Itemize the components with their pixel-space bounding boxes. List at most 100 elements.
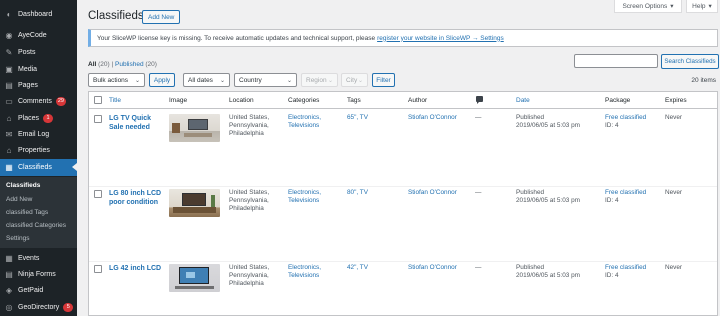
row-package: Free classified ID: 4 (605, 264, 646, 280)
category-link[interactable]: Televisions (288, 122, 321, 130)
dates-select[interactable]: All dates ⌄ (183, 73, 230, 87)
row-title-line: Sale needed (109, 124, 150, 131)
sidebar-item-pages[interactable]: ▤ Pages (0, 77, 77, 94)
row-title[interactable]: LG TV Quick Sale needed (109, 114, 167, 132)
row-categories[interactable]: Electronics, Televisions (288, 189, 321, 205)
add-new-button[interactable]: Add New (142, 10, 181, 24)
category-link[interactable]: Electronics, (288, 189, 321, 197)
row-title[interactable]: LG 80 inch LCD poor condition (109, 189, 167, 207)
sidebar-item-geodirectory[interactable]: ◎ GeoDirectory 5 (0, 299, 77, 316)
row-location: United States, Pennsylvania, Philadelphia (229, 264, 269, 289)
date-status: Published (516, 114, 545, 121)
sidebar-item-label: Posts (18, 49, 36, 56)
region-value: Region (306, 76, 327, 84)
comments-column-icon[interactable] (476, 96, 483, 104)
chevron-down-icon: ⌄ (134, 77, 140, 84)
bulk-actions-select[interactable]: Bulk actions ⌄ (88, 73, 145, 87)
row-location: United States, Pennsylvania, Philadelphia (229, 114, 269, 139)
category-link[interactable]: Electronics, (288, 264, 321, 272)
column-header-date[interactable]: Date (516, 97, 530, 104)
location-line: Pennsylvania, (229, 197, 269, 205)
package-link[interactable]: Free classified (605, 114, 646, 122)
package-link[interactable]: Free classified (605, 189, 646, 197)
category-link[interactable]: Televisions (288, 197, 321, 205)
sidebar-item-ayecode[interactable]: ◉ AyeCode (0, 27, 77, 44)
pin-icon: ✎ (5, 48, 13, 57)
submenu-item-add-new[interactable]: Add New (6, 196, 32, 203)
column-header-location: Location (229, 97, 254, 104)
submenu-item-classifieds[interactable]: Classifieds (6, 182, 40, 189)
row-author[interactable]: Stiofan O'Connor (408, 189, 457, 197)
row-tags[interactable]: 42", TV (347, 264, 368, 272)
sidebar-item-getpaid[interactable]: ◈ GetPaid (0, 282, 77, 299)
view-all-count: (20) (98, 61, 110, 68)
classifieds-submenu: Classifieds Add New classified Tags clas… (0, 177, 77, 248)
notice-settings-link[interactable]: register your website in SliceWP → Setti… (377, 35, 504, 42)
package-id: ID: 4 (605, 197, 619, 205)
comments-count-badge: 29 (55, 97, 66, 106)
city-select[interactable]: City ⌄ (341, 73, 368, 87)
sidebar-item-dashboard[interactable]: ◐ Dashboard (0, 6, 77, 23)
row-author[interactable]: Stiofan O'Connor (408, 264, 457, 272)
sidebar-item-classifieds[interactable]: ▦ Classifieds (0, 159, 77, 176)
sidebar-item-ninja-forms[interactable]: ▤ Ninja Forms (0, 266, 77, 283)
screen-options-tab[interactable]: Screen Options ▾ (614, 0, 682, 13)
row-tags[interactable]: 65", TV (347, 114, 368, 122)
category-link[interactable]: Electronics, (288, 114, 321, 122)
page-title: Classifieds (88, 10, 144, 22)
date-status: Published (516, 189, 545, 196)
sidebar-item-media[interactable]: ▣ Media (0, 61, 77, 78)
row-author[interactable]: Stiofan O'Connor (408, 114, 457, 122)
search-classifieds-button[interactable]: Search Classifieds (661, 54, 719, 69)
row-tags[interactable]: 80", TV (347, 189, 368, 197)
sidebar-item-posts[interactable]: ✎ Posts (0, 44, 77, 61)
date-value: 2019/06/05 at 5:03 pm (516, 122, 580, 130)
row-checkbox[interactable] (94, 265, 102, 273)
row-categories[interactable]: Electronics, Televisions (288, 114, 321, 130)
search-input[interactable] (574, 54, 658, 68)
media-icon: ▣ (5, 65, 13, 74)
properties-icon: ⌂ (6, 146, 12, 155)
row-comments: — (475, 114, 482, 121)
submenu-item-settings[interactable]: Settings (6, 235, 30, 242)
listing-thumbnail[interactable] (169, 114, 220, 142)
view-all-link[interactable]: All (88, 61, 96, 68)
location-line: United States, (229, 114, 270, 121)
table-row: LG TV Quick Sale needed United States, Pen… (89, 110, 717, 187)
sidebar-item-comments[interactable]: ▭ Comments 29 (0, 93, 77, 110)
row-checkbox[interactable] (94, 115, 102, 123)
listing-thumbnail[interactable] (169, 189, 220, 217)
apply-button[interactable]: Apply (149, 73, 175, 87)
submenu-item-classified-tags[interactable]: classified Tags (6, 209, 48, 216)
row-date: Published 2019/06/05 at 5:03 pm (516, 114, 580, 130)
sidebar-item-events[interactable]: ▦ Events (0, 250, 77, 267)
getpaid-icon: ◈ (5, 286, 13, 295)
column-header-title[interactable]: Title (109, 97, 121, 104)
location-line: Pennsylvania, (229, 272, 269, 280)
places-icon: ⌂ (6, 114, 12, 123)
view-separator: | (111, 61, 114, 68)
classifieds-table: Title Image Location Categories Tags Aut… (88, 91, 718, 316)
sidebar-item-email-log[interactable]: ✉ Email Log (0, 126, 77, 143)
category-link[interactable]: Televisions (288, 272, 321, 280)
listing-thumbnail[interactable] (169, 264, 220, 292)
package-id: ID: 4 (605, 272, 619, 280)
dates-value: All dates (188, 76, 213, 84)
sidebar-item-properties[interactable]: ⌂ Properties (0, 142, 77, 159)
package-link[interactable]: Free classified (605, 264, 646, 272)
view-published-link[interactable]: Published (115, 61, 144, 68)
events-icon: ▦ (5, 254, 13, 263)
filter-button[interactable]: Filter (372, 73, 395, 87)
column-header-categories: Categories (288, 97, 320, 104)
region-select[interactable]: Region ⌄ (301, 73, 338, 87)
country-select[interactable]: Country ⌄ (234, 73, 297, 87)
submenu-item-classified-categories[interactable]: classified Categories (6, 222, 66, 229)
chevron-down-icon: ▾ (708, 3, 712, 10)
row-checkbox[interactable] (94, 190, 102, 198)
select-all-checkbox[interactable] (94, 96, 102, 104)
ayecode-icon: ◉ (5, 31, 13, 40)
row-categories[interactable]: Electronics, Televisions (288, 264, 321, 280)
sidebar-item-places[interactable]: ⌂ Places 1 (0, 110, 77, 127)
row-package: Free classified ID: 4 (605, 189, 646, 205)
help-tab[interactable]: Help ▾ (686, 0, 718, 13)
